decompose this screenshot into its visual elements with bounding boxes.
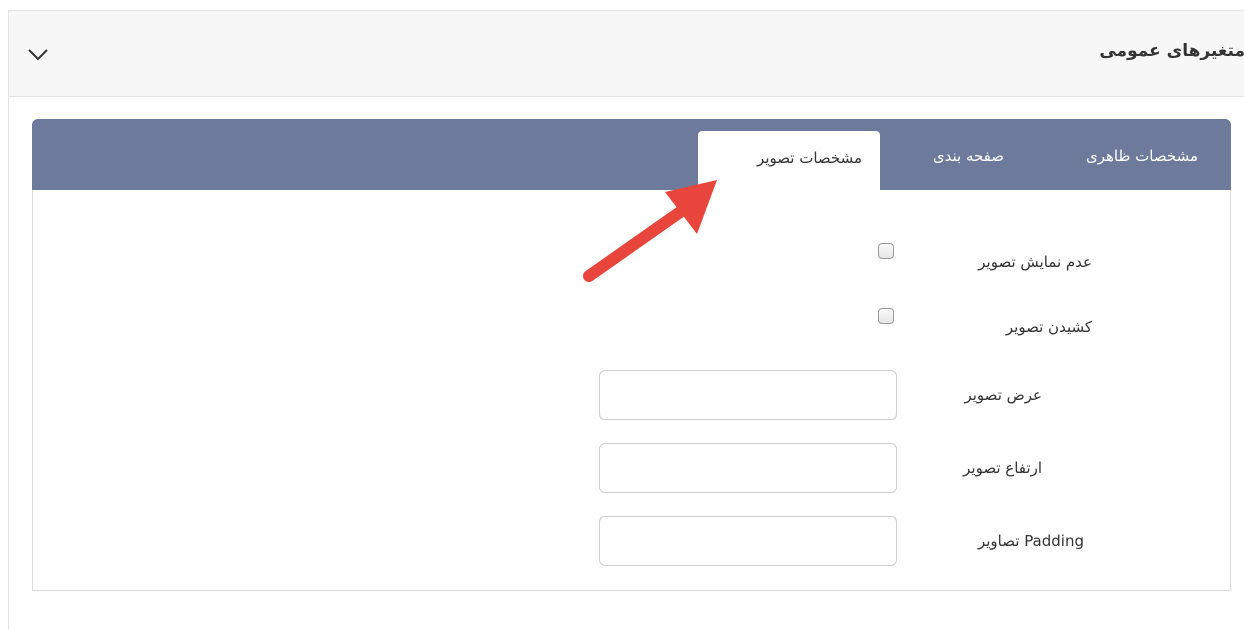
chevron-down-icon[interactable] — [25, 41, 51, 67]
annotation-arrow-icon — [583, 180, 717, 282]
image-padding-label: Padding تصاویر — [977, 532, 1084, 550]
image-width-input[interactable] — [599, 370, 897, 420]
image-height-input[interactable] — [599, 443, 897, 493]
hide-image-checkbox[interactable] — [878, 243, 894, 259]
image-padding-input[interactable] — [599, 516, 897, 566]
panel-title: متغیرهای عمومی — [1099, 41, 1244, 61]
tab-appearance[interactable]: مشخصات ظاهری — [1086, 147, 1198, 165]
tab-pagination[interactable]: صفحه بندی — [933, 147, 1004, 165]
stretch-image-label: کشیدن تصویر — [1005, 318, 1092, 336]
image-height-label: ارتفاع تصویر — [963, 459, 1042, 477]
image-width-label: عرض تصویر — [964, 386, 1042, 404]
stretch-image-checkbox[interactable] — [878, 308, 894, 324]
hide-image-label: عدم نمایش تصویر — [978, 253, 1092, 271]
panel-header[interactable]: متغیرهای عمومی — [9, 11, 1244, 97]
